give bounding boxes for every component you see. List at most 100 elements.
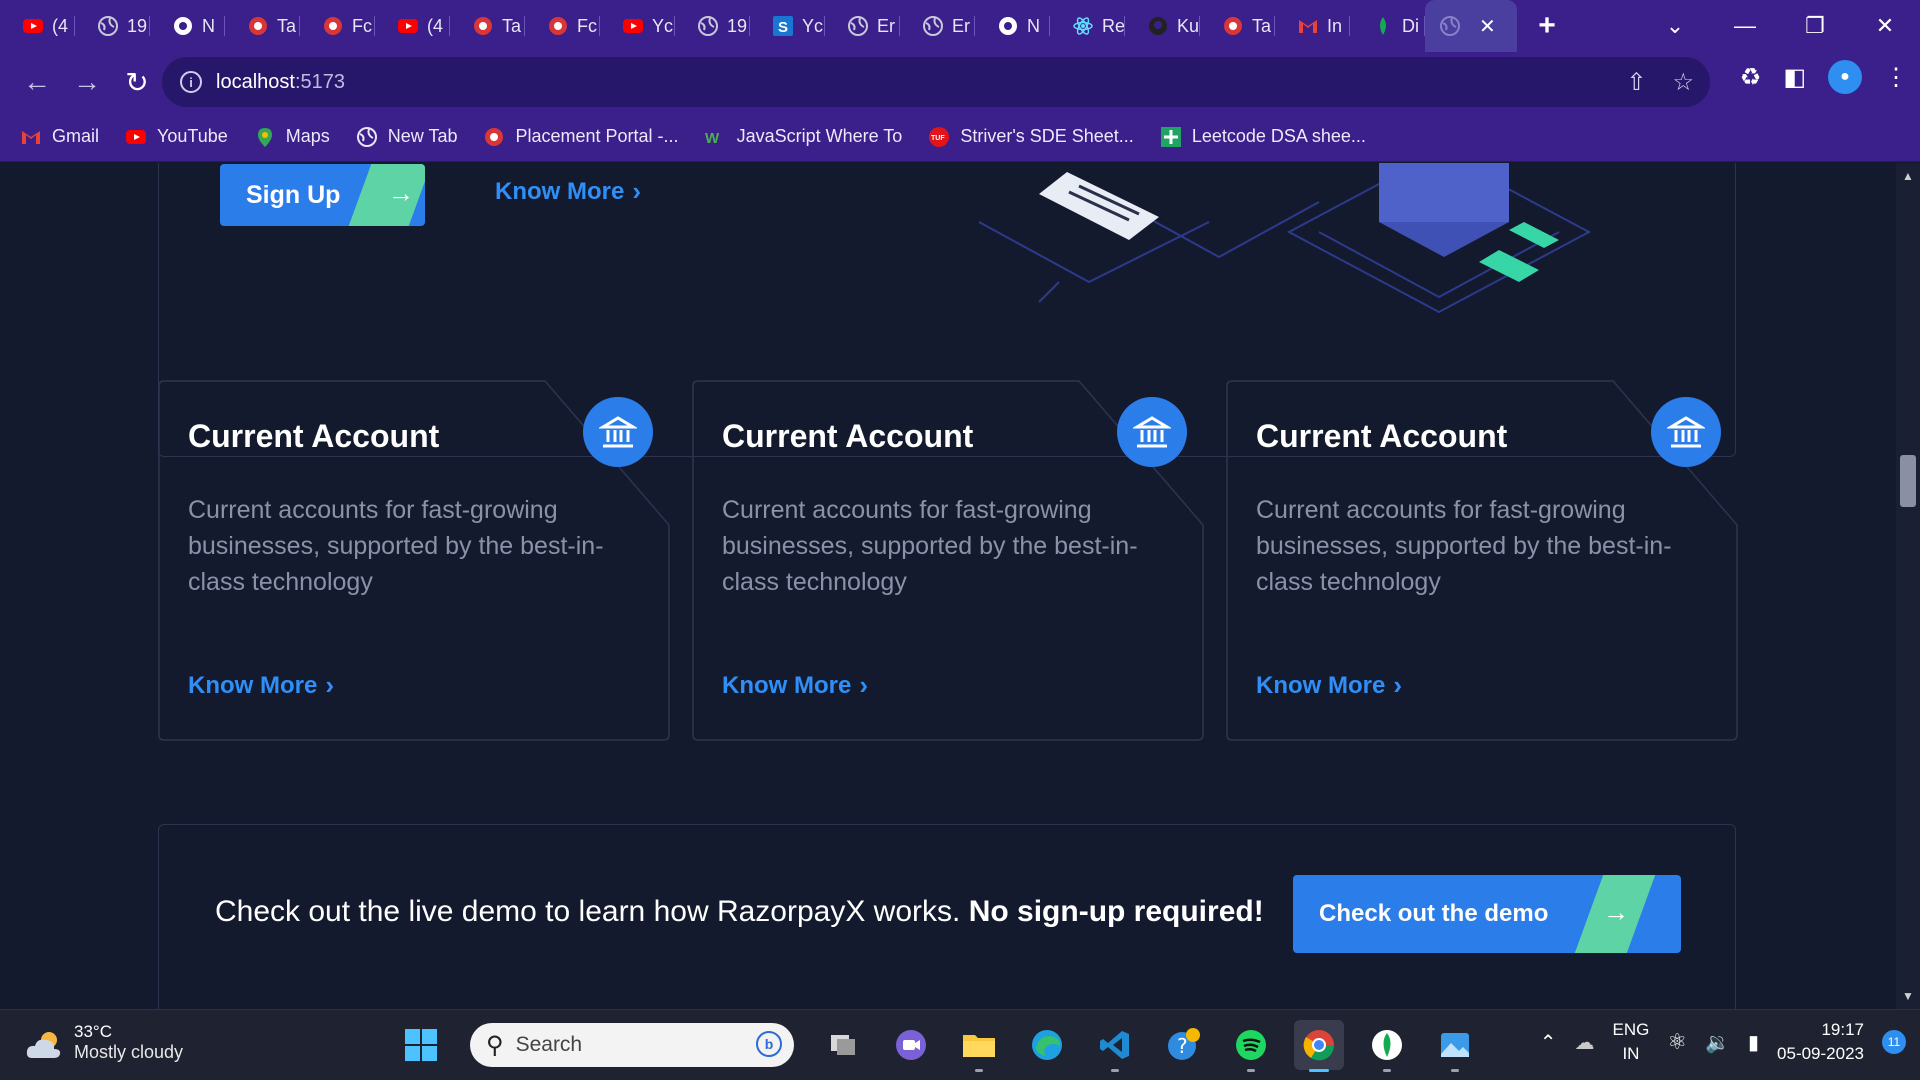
address-bar[interactable]: i localhost:5173 ⇧ ☆ [162,57,1710,107]
bookmark-item[interactable]: Maps [254,126,330,148]
share-icon[interactable]: ⇧ [1626,68,1646,97]
minimize-icon[interactable]: — [1710,13,1780,39]
youtube-icon [22,15,44,37]
browser-tab[interactable]: In [1275,0,1350,52]
browser-tab[interactable]: Yc [600,0,675,52]
close-tab-icon[interactable]: ✕ [1479,14,1496,39]
url-text[interactable]: localhost:5173 [216,71,345,94]
forward-icon[interactable]: → [64,59,110,105]
red-circle-icon [547,15,569,37]
bookmark-label: Gmail [52,126,100,146]
start-windows-icon[interactable] [396,1020,446,1070]
card-know-more-label: Know More [188,671,318,699]
bank-icon [1117,397,1187,467]
bookmark-item[interactable]: Placement Portal -... [483,126,679,148]
bookmark-item[interactable]: W JavaScript Where To [705,126,903,148]
browser-tab[interactable]: (4 [375,0,450,52]
taskbar-search[interactable]: ⚲ Search b [470,1023,794,1067]
bookmark-star-icon[interactable]: ☆ [1672,68,1694,97]
browser-tab[interactable]: N [150,0,225,52]
vscode-icon[interactable] [1090,1020,1140,1072]
reload-icon[interactable]: ↻ [114,59,160,105]
file-explorer-icon[interactable] [954,1020,1004,1072]
check-demo-button[interactable]: Check out the demo → [1293,875,1681,953]
chrome-icon[interactable] [1294,1020,1344,1072]
clock[interactable]: 19:17 05-09-2023 [1777,1018,1864,1066]
browser-tab[interactable]: Ta [450,0,525,52]
bookmark-item[interactable]: New Tab [356,126,457,148]
mongodb-compass-icon[interactable] [1362,1020,1412,1072]
browser-tab[interactable]: Er [900,0,975,52]
running-indicator [1247,1069,1255,1072]
bookmark-item[interactable]: YouTube [125,126,228,148]
browser-tab[interactable]: Er [825,0,900,52]
browser-tab[interactable]: S Yc [750,0,825,52]
language-indicator[interactable]: ENG IN [1613,1018,1650,1066]
tab-title: (4 [52,15,69,36]
edge-browser-icon[interactable] [1022,1020,1072,1070]
bookmark-label: Leetcode DSA shee... [1191,126,1366,146]
site-info-icon[interactable]: i [180,71,202,93]
teams-chat-icon[interactable] [886,1020,936,1070]
network-globe-icon[interactable]: ⚛ [1667,1029,1687,1055]
browser-tab[interactable]: Re [1050,0,1125,52]
window-controls: ⌄ — ❐ ✕ [1640,0,1920,52]
browser-tab[interactable]: Ku [1125,0,1200,52]
demo-no-signup: No sign-up required! [968,895,1264,928]
globe-icon [697,15,719,37]
photos-icon[interactable] [1430,1020,1480,1072]
scroll-down-icon[interactable]: ▼ [1902,989,1914,1003]
close-window-icon[interactable]: ✕ [1850,13,1920,39]
restore-icon[interactable]: ❐ [1780,13,1850,39]
notification-badge[interactable]: 11 [1882,1030,1906,1054]
w3-icon: W [705,126,727,148]
card-know-more-link[interactable]: Know More › [188,670,334,701]
language-region: IN [1622,1044,1640,1063]
tab-search-icon[interactable]: ⌄ [1640,13,1710,39]
extensions-icon[interactable]: ♻ [1740,63,1762,92]
bookmark-item[interactable]: Gmail [20,126,99,148]
help-icon[interactable]: ? [1158,1020,1208,1070]
browser-tab[interactable]: Fc [525,0,600,52]
signup-button[interactable]: Sign Up → [220,164,425,226]
bookmark-item[interactable]: Leetcode DSA shee... [1160,126,1366,148]
spotify-icon[interactable] [1226,1020,1276,1072]
hero-know-more-link[interactable]: Know More › [495,176,641,207]
browser-tab[interactable]: N [975,0,1050,52]
browser-tab[interactable]: (4 [0,0,75,52]
browser-tab[interactable]: 19 [75,0,150,52]
weather-widget[interactable]: 33°C Mostly cloudy [24,1022,183,1066]
tab-title: Ta [1252,15,1272,36]
maps-icon [254,126,276,148]
tuf-icon: TUF [928,126,950,148]
browser-tab[interactable]: Di [1350,0,1425,52]
browser-tab-active[interactable]: ✕ [1425,0,1517,52]
volume-icon[interactable]: 🔉 [1705,1030,1730,1055]
back-icon[interactable]: ← [14,59,60,105]
card-description: Current accounts for fast-growing busine… [722,496,1138,596]
weather-temp: 33°C [74,1022,112,1041]
globe-icon [847,15,869,37]
scrollbar-thumb[interactable] [1900,455,1916,507]
demo-description: Check out the live demo to learn how Raz… [215,895,961,928]
side-panel-icon[interactable]: ◧ [1783,63,1806,92]
browser-tab[interactable]: Ta [225,0,300,52]
task-view-icon[interactable] [818,1020,868,1070]
card-know-more-link[interactable]: Know More › [1256,670,1402,701]
tab-title: Re [1102,15,1125,36]
card-know-more-link[interactable]: Know More › [722,670,868,701]
scroll-up-icon[interactable]: ▲ [1902,169,1914,183]
menu-kebab-icon[interactable]: ⋮ [1884,63,1908,92]
browser-tab[interactable]: Fc [300,0,375,52]
card-title: Current Account [722,418,974,454]
browser-tab[interactable]: Ta [1200,0,1275,52]
new-tab-button[interactable]: + [1517,0,1577,52]
page-scrollbar[interactable]: ▲ ▼ [1896,163,1920,1009]
tab-title: In [1327,15,1343,36]
chevron-up-icon[interactable]: ⌃ [1540,1030,1557,1055]
browser-tab[interactable]: 19 [675,0,750,52]
battery-icon[interactable]: ▮ [1748,1030,1759,1055]
bookmark-item[interactable]: TUF Striver's SDE Sheet... [928,126,1134,148]
onedrive-icon[interactable]: ☁ [1575,1030,1595,1055]
profile-avatar[interactable]: ● [1828,60,1862,94]
